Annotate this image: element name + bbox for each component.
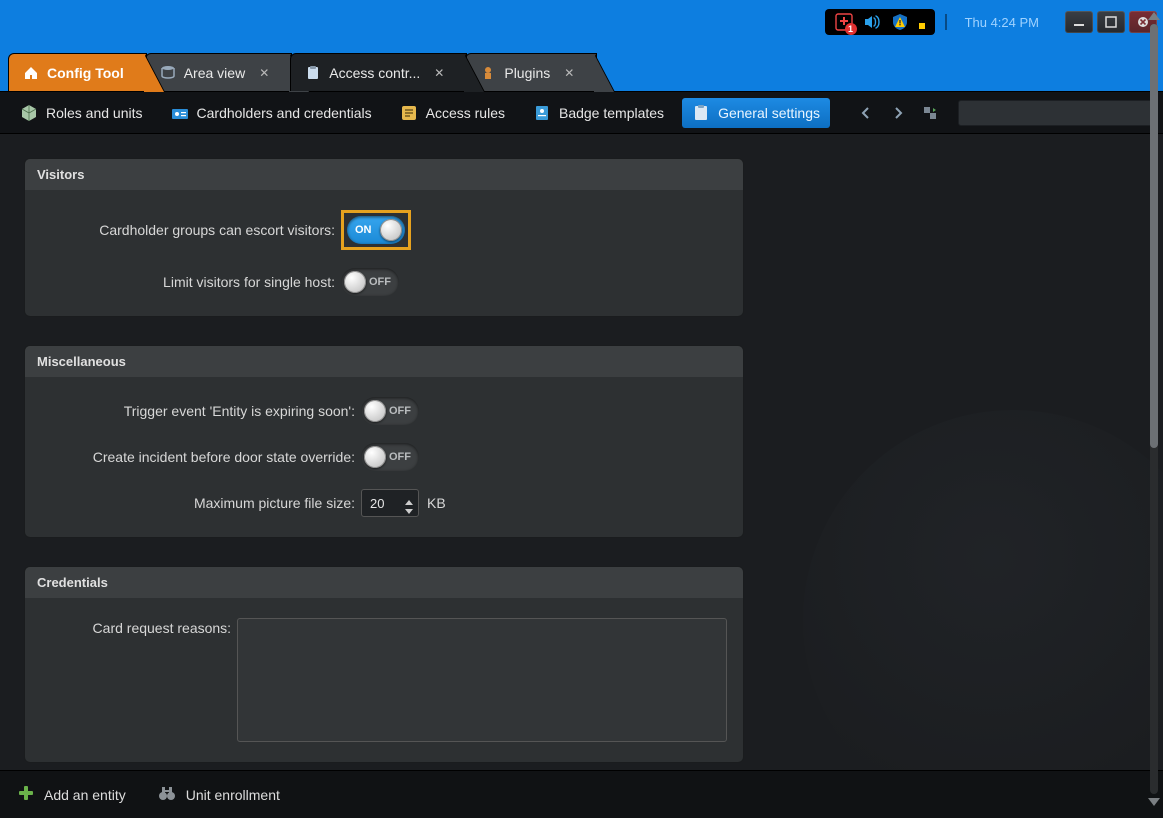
toggle-create-incident[interactable]: OFF bbox=[361, 443, 419, 471]
nav-refresh-button[interactable] bbox=[918, 101, 942, 125]
listbox-card-request-reasons[interactable] bbox=[237, 618, 727, 742]
nav-back-button[interactable] bbox=[854, 101, 878, 125]
toggle-knob bbox=[364, 446, 386, 468]
notification-badge: 1 bbox=[845, 23, 857, 35]
clock[interactable]: Thu 4:24 PM bbox=[957, 15, 1047, 30]
nav-forward-button[interactable] bbox=[886, 101, 910, 125]
scroll-down-icon[interactable] bbox=[1148, 798, 1160, 806]
tab-label: Plugins bbox=[504, 65, 550, 81]
number-stepper[interactable] bbox=[404, 495, 414, 511]
toggle-state-label: ON bbox=[355, 224, 372, 236]
toggle-knob bbox=[344, 271, 366, 293]
rules-icon bbox=[400, 104, 418, 122]
sub-nav-bar: Roles and units Cardholders and credenti… bbox=[0, 92, 1163, 134]
tray-separator bbox=[945, 14, 947, 30]
subnav-access-rules[interactable]: Access rules bbox=[390, 98, 515, 128]
highlight-frame: ON bbox=[341, 210, 411, 250]
status-bar: Add an entity Unit enrollment bbox=[0, 770, 1163, 818]
tab-config-tool[interactable]: Config Tool bbox=[8, 53, 147, 91]
tray-status-pill: 1 bbox=[825, 9, 935, 35]
step-down-icon[interactable] bbox=[404, 503, 414, 511]
battery-indicator-icon bbox=[919, 13, 925, 31]
tab-area-view[interactable]: Area view ✕ bbox=[145, 53, 293, 91]
app-tabs-bar: Config Tool Area view ✕ Access contr... … bbox=[0, 44, 1163, 92]
volume-icon[interactable] bbox=[863, 13, 881, 31]
toggle-limit-visitors[interactable]: OFF bbox=[341, 268, 399, 296]
shield-warning-icon[interactable] bbox=[891, 13, 909, 31]
subnav-general-settings[interactable]: General settings bbox=[682, 98, 830, 128]
tab-label: Access contr... bbox=[329, 65, 420, 81]
clipboard-icon bbox=[305, 65, 321, 81]
label-trigger-event: Trigger event 'Entity is expiring soon': bbox=[41, 403, 361, 419]
tab-close-icon[interactable]: ✕ bbox=[434, 66, 444, 80]
unit-enrollment-label: Unit enrollment bbox=[186, 787, 280, 803]
panel-visitors: Visitors Cardholder groups can escort vi… bbox=[24, 158, 744, 317]
minimize-button[interactable] bbox=[1065, 11, 1093, 33]
cardholder-icon bbox=[171, 104, 189, 122]
subnav-roles-and-units[interactable]: Roles and units bbox=[10, 98, 153, 128]
toggle-state-label: OFF bbox=[369, 276, 391, 288]
scroll-thumb[interactable] bbox=[1150, 24, 1158, 448]
content-area: Visitors Cardholder groups can escort vi… bbox=[0, 134, 1163, 770]
maximize-button[interactable] bbox=[1097, 11, 1125, 33]
tab-close-icon[interactable]: ✕ bbox=[259, 66, 269, 80]
background-watermark bbox=[803, 410, 1163, 770]
toggle-state-label: OFF bbox=[389, 451, 411, 463]
subnav-cardholders[interactable]: Cardholders and credentials bbox=[161, 98, 382, 128]
scroll-up-icon[interactable] bbox=[1148, 12, 1160, 20]
toggle-escort-visitors[interactable]: ON bbox=[347, 216, 405, 244]
window-controls bbox=[1065, 11, 1157, 33]
add-entity-button[interactable]: Add an entity bbox=[18, 785, 126, 804]
label-create-incident: Create incident before door state overri… bbox=[41, 449, 361, 465]
input-max-picture-size[interactable]: 20 bbox=[361, 489, 419, 517]
subnav-label: Badge templates bbox=[559, 105, 664, 121]
system-titlebar: 1 Thu 4:24 PM bbox=[0, 0, 1163, 44]
plus-icon bbox=[18, 785, 34, 804]
medical-alert-icon[interactable]: 1 bbox=[835, 13, 853, 31]
unit-label: KB bbox=[427, 495, 446, 511]
subnav-label: Roles and units bbox=[46, 105, 143, 121]
panel-header: Visitors bbox=[25, 159, 743, 190]
subnav-label: Access rules bbox=[426, 105, 505, 121]
system-tray: 1 Thu 4:24 PM bbox=[825, 9, 1157, 35]
badge-icon bbox=[533, 104, 551, 122]
panel-header: Miscellaneous bbox=[25, 346, 743, 377]
subnav-label: Cardholders and credentials bbox=[197, 105, 372, 121]
clipboard-icon bbox=[692, 104, 710, 122]
tab-label: Config Tool bbox=[47, 65, 124, 81]
panel-header: Credentials bbox=[25, 567, 743, 598]
unit-enrollment-button[interactable]: Unit enrollment bbox=[158, 785, 280, 804]
tab-access-control[interactable]: Access contr... ✕ bbox=[290, 53, 467, 91]
scroll-track[interactable] bbox=[1150, 24, 1158, 794]
subnav-label: General settings bbox=[718, 105, 820, 121]
label-escort-visitors: Cardholder groups can escort visitors: bbox=[41, 222, 341, 238]
label-limit-visitors: Limit visitors for single host: bbox=[41, 274, 341, 290]
step-up-icon[interactable] bbox=[404, 495, 414, 503]
tab-close-icon[interactable]: ✕ bbox=[564, 66, 574, 80]
subnav-badge-templates[interactable]: Badge templates bbox=[523, 98, 674, 128]
cube-icon bbox=[20, 104, 38, 122]
toggle-knob bbox=[364, 400, 386, 422]
panel-miscellaneous: Miscellaneous Trigger event 'Entity is e… bbox=[24, 345, 744, 538]
tab-label: Area view bbox=[184, 65, 245, 81]
toggle-knob bbox=[380, 219, 402, 241]
toggle-state-label: OFF bbox=[389, 405, 411, 417]
panel-credentials: Credentials Card request reasons: bbox=[24, 566, 744, 763]
home-icon bbox=[23, 65, 39, 81]
tab-plugins[interactable]: Plugins ✕ bbox=[465, 53, 597, 91]
label-card-request-reasons: Card request reasons: bbox=[41, 618, 237, 636]
input-value: 20 bbox=[370, 496, 384, 511]
label-max-picture-size: Maximum picture file size: bbox=[41, 495, 361, 511]
vertical-scrollbar[interactable] bbox=[1147, 12, 1161, 806]
binoculars-icon bbox=[158, 785, 176, 804]
add-entity-label: Add an entity bbox=[44, 787, 126, 803]
toggle-trigger-event[interactable]: OFF bbox=[361, 397, 419, 425]
search-input[interactable] bbox=[958, 100, 1153, 126]
